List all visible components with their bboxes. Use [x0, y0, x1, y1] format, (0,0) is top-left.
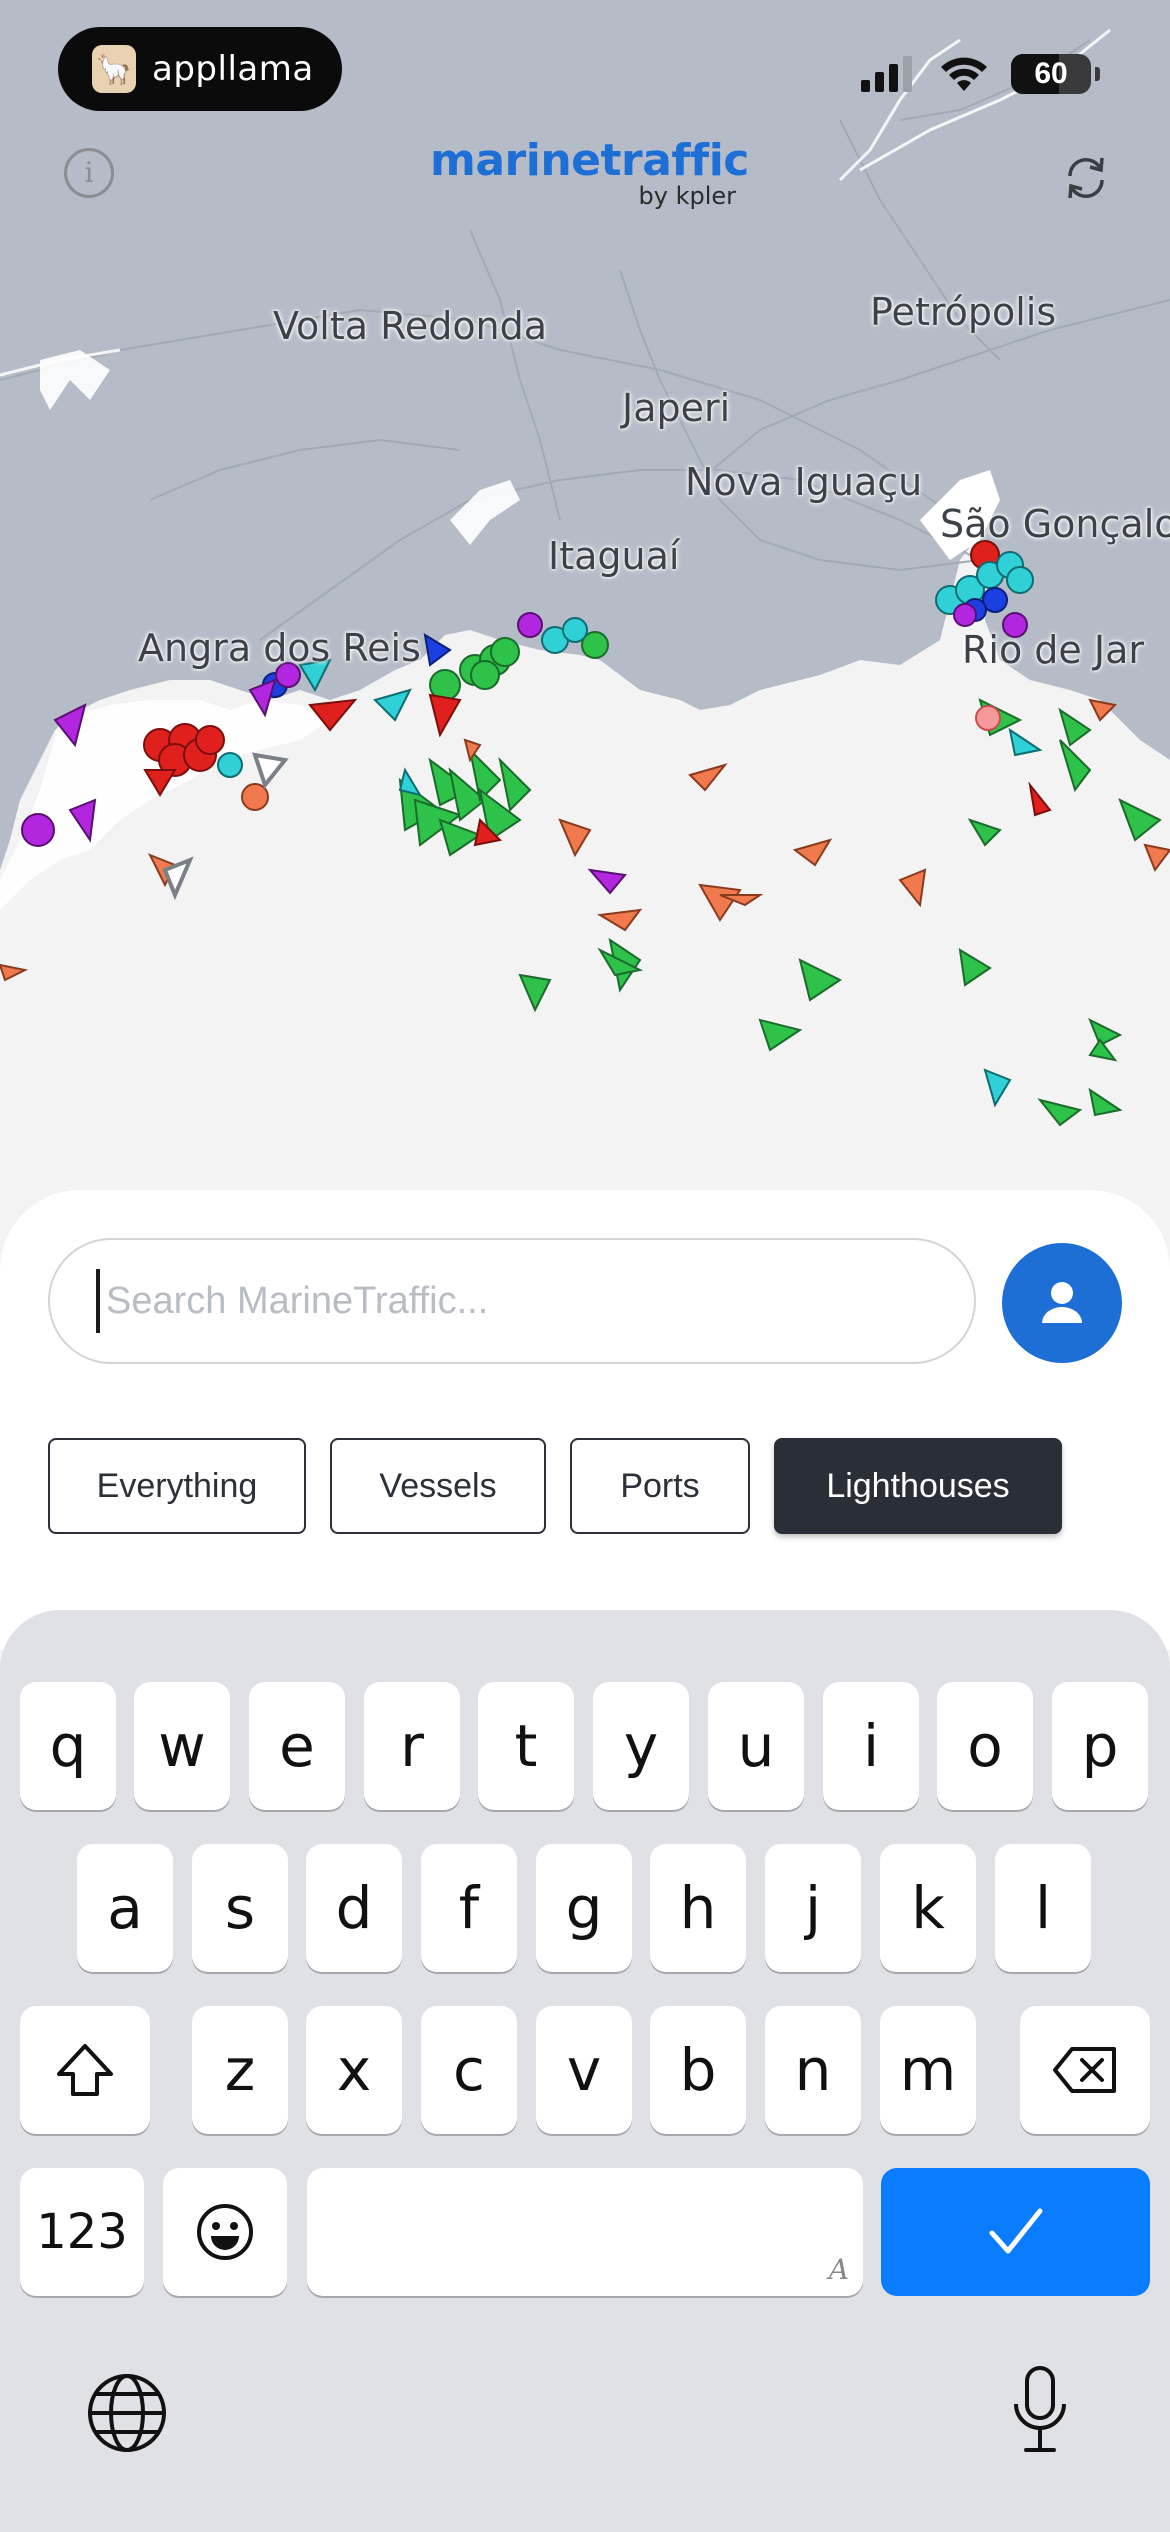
key-v[interactable]: v	[536, 2006, 632, 2134]
status-indicators: 60	[861, 52, 1100, 96]
marinetraffic-logo: marinetraffic by kpler	[430, 135, 749, 210]
key-t[interactable]: t	[478, 1682, 574, 1810]
key-f[interactable]: f	[421, 1844, 517, 1972]
key-a[interactable]: a	[77, 1844, 173, 1972]
filter-chips: Everything Vessels Ports Lighthouses	[48, 1438, 1062, 1534]
key-l[interactable]: l	[995, 1844, 1091, 1972]
user-icon	[1042, 1282, 1082, 1323]
city-label: Japeri	[622, 386, 731, 430]
key-b[interactable]: b	[650, 2006, 746, 2134]
key-q[interactable]: q	[20, 1682, 116, 1810]
key-j[interactable]: j	[765, 1844, 861, 1972]
keyboard: q w e r t y u i o p a s d f g h j k l z …	[0, 1610, 1170, 2532]
key-y[interactable]: y	[593, 1682, 689, 1810]
checkmark-icon	[989, 2208, 1042, 2254]
city-label: Rio de Jar	[962, 628, 1144, 672]
city-label: Volta Redonda	[273, 304, 548, 348]
logo-text: marinetraffic	[430, 135, 749, 186]
user-button[interactable]	[1002, 1243, 1122, 1363]
filter-lighthouses[interactable]: Lighthouses	[774, 1438, 1062, 1534]
space-key[interactable]: A	[307, 2168, 863, 2296]
key-g[interactable]: g	[536, 1844, 632, 1972]
key-w[interactable]: w	[134, 1682, 230, 1810]
key-e[interactable]: e	[249, 1682, 345, 1810]
city-label: Nova Iguaçu	[685, 460, 923, 504]
emoji-key[interactable]	[163, 2168, 287, 2296]
city-label: Itaguaí	[548, 534, 680, 578]
space-hint: A	[828, 2253, 849, 2286]
numbers-key[interactable]: 123	[20, 2168, 144, 2296]
key-s[interactable]: s	[192, 1844, 288, 1972]
wifi-icon	[941, 57, 987, 91]
key-p[interactable]: p	[1052, 1682, 1148, 1810]
key-h[interactable]: h	[650, 1844, 746, 1972]
text-caret	[96, 1269, 100, 1333]
battery-icon: 60	[1011, 54, 1091, 94]
search-field[interactable]	[48, 1238, 976, 1364]
filter-vessels[interactable]: Vessels	[330, 1438, 546, 1534]
filter-ports[interactable]: Ports	[570, 1438, 750, 1534]
key-z[interactable]: z	[192, 2006, 288, 2134]
key-n[interactable]: n	[765, 2006, 861, 2134]
shift-key[interactable]	[20, 2006, 150, 2134]
search-input[interactable]	[104, 1278, 928, 1324]
app-badge[interactable]: 🦙 appllama	[58, 27, 342, 111]
filter-everything[interactable]: Everything	[48, 1438, 306, 1534]
city-label: São Gonçalo	[940, 502, 1170, 546]
key-m[interactable]: m	[880, 2006, 976, 2134]
llama-icon: 🦙	[92, 45, 136, 93]
key-r[interactable]: r	[364, 1682, 460, 1810]
key-o[interactable]: o	[937, 1682, 1033, 1810]
key-u[interactable]: u	[708, 1682, 804, 1810]
info-icon[interactable]: i	[64, 148, 114, 198]
done-key[interactable]	[881, 2168, 1150, 2296]
key-c[interactable]: c	[421, 2006, 517, 2134]
refresh-icon[interactable]	[1058, 150, 1114, 206]
backspace-key[interactable]	[1020, 2006, 1150, 2134]
backspace-icon	[1053, 2047, 1116, 2093]
city-label: Petrópolis	[870, 290, 1057, 334]
signal-icon	[861, 56, 912, 92]
battery-nub	[1095, 67, 1100, 81]
key-d[interactable]: d	[306, 1844, 402, 1972]
microphone-icon[interactable]	[1010, 2364, 1070, 2456]
logo-subtext: by kpler	[638, 182, 737, 210]
city-label: Angra dos Reis	[138, 626, 421, 670]
emoji-icon	[197, 2204, 253, 2260]
app-badge-label: appllama	[152, 49, 314, 89]
search-sheet: Everything Vessels Ports Lighthouses	[0, 1190, 1170, 1650]
map-view[interactable]: Volta Redonda Petrópolis Japeri Nova Igu…	[0, 0, 1170, 1230]
globe-icon[interactable]	[86, 2372, 168, 2454]
key-k[interactable]: k	[880, 1844, 976, 1972]
key-i[interactable]: i	[823, 1682, 919, 1810]
key-x[interactable]: x	[306, 2006, 402, 2134]
battery-level: 60	[1034, 57, 1068, 90]
shift-icon	[57, 2044, 113, 2096]
